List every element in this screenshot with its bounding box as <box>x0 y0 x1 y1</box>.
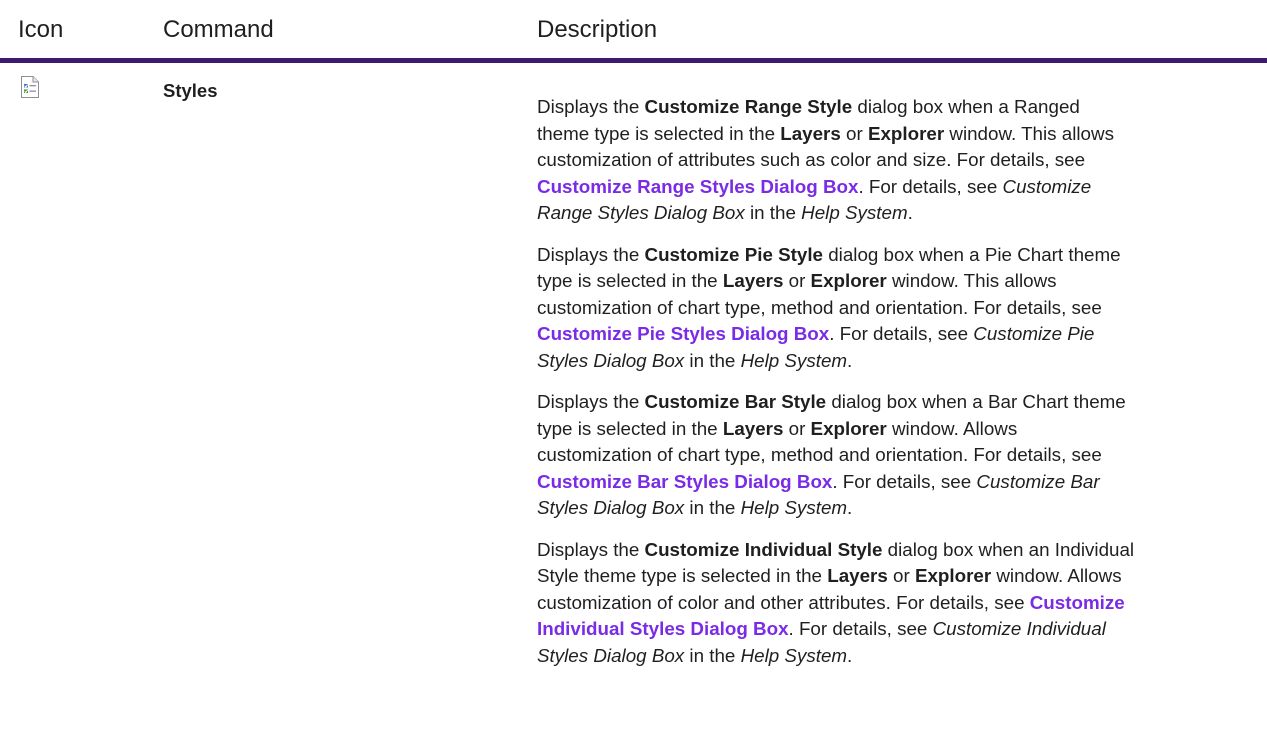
table-row: Styles Displays the Customize Range Styl… <box>0 63 1267 740</box>
customize-bar-styles-link[interactable]: Customize Bar Styles Dialog Box <box>537 471 832 492</box>
description-paragraph-bar: Displays the Customize Bar Style dialog … <box>537 391 1126 518</box>
customize-individual-styles-link-cont[interactable]: Individual Styles Dialog Box <box>537 618 789 639</box>
command-name: Styles <box>163 80 218 101</box>
styles-list-icon <box>20 75 40 99</box>
customize-range-styles-link[interactable]: Customize Range Styles Dialog Box <box>537 176 858 197</box>
table-header: Icon Command Description <box>0 0 1267 58</box>
description-paragraph-pie: Displays the Customize Pie Style dialog … <box>537 243 1121 371</box>
description-column-header: Description <box>537 16 658 43</box>
description-paragraph-individual: Displays the Customize Individual Style … <box>537 538 1135 666</box>
icon-column-header: Icon <box>18 16 64 43</box>
command-column-header: Command <box>163 16 274 43</box>
description-cell: Displays the Customize Range Style dialo… <box>537 94 1264 684</box>
description-paragraph-range: Displays the Customize Range Style dialo… <box>537 96 1114 223</box>
customize-individual-styles-link[interactable]: Customize <box>1030 592 1125 613</box>
customize-pie-styles-link[interactable]: Customize Pie Styles Dialog Box <box>537 323 829 344</box>
